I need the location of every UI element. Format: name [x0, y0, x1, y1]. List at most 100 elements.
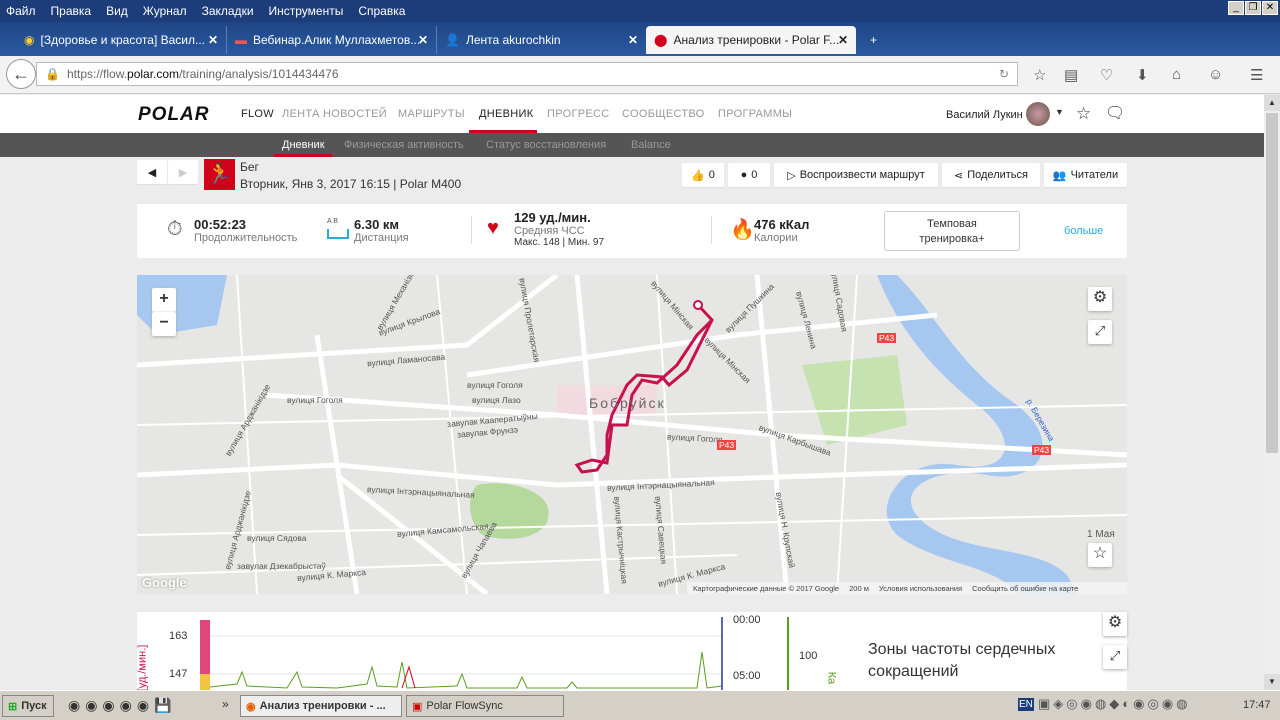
- favorite-star-icon[interactable]: ☆: [1076, 104, 1091, 124]
- tab-feed[interactable]: 👤 Лента akurochkin ✕: [436, 26, 646, 54]
- tab-health[interactable]: ◉ [Здоровье и красота] Васил... ✕: [16, 26, 226, 54]
- nav-diary[interactable]: ДНЕВНИК: [479, 108, 533, 120]
- notifications-icon[interactable]: 🗨: [1105, 103, 1125, 123]
- like-button[interactable]: 👍 0: [682, 163, 724, 187]
- y-tick: 147: [169, 668, 188, 680]
- tab-polar[interactable]: ⬤ Анализ тренировки - Polar F... ✕: [646, 26, 856, 54]
- minimize-button[interactable]: _: [1228, 1, 1244, 15]
- comments-button[interactable]: ● 0: [728, 163, 770, 187]
- more-link[interactable]: больше: [1064, 225, 1103, 237]
- report-link[interactable]: Сообщить об ошибке на карте: [972, 584, 1078, 593]
- route-map[interactable]: Бобруйск вулиця Гоголя вулиця Крылова ву…: [137, 275, 1127, 594]
- url-bar[interactable]: 🔒 https://flow.polar.com/training/analys…: [36, 62, 1018, 86]
- zoom-out-button[interactable]: −: [152, 312, 176, 336]
- menu-help[interactable]: Справка: [358, 4, 405, 18]
- menu-bar: Файл Правка Вид Журнал Закладки Инструме…: [0, 0, 1280, 22]
- readers-button[interactable]: 👥 Читатели: [1044, 163, 1127, 187]
- scroll-thumb[interactable]: [1266, 113, 1278, 453]
- tab-webinar[interactable]: ▬ Вебинар.Алик Муллахметов... ✕: [226, 26, 436, 54]
- scroll-up-icon[interactable]: ▲: [1264, 95, 1280, 111]
- download-icon[interactable]: ⬇: [1136, 66, 1149, 84]
- subnav-recovery[interactable]: Статус восстановления: [486, 139, 606, 151]
- hr-chart-panel: 163 147 [уд./мин.] 00:00 05:00 100 Ка Зо…: [136, 612, 1127, 690]
- share-button[interactable]: ⋖ Поделиться: [942, 163, 1040, 187]
- maximize-button[interactable]: ❐: [1245, 1, 1261, 15]
- map-settings-gear-icon[interactable]: ⚙: [1088, 287, 1112, 311]
- menu-bookmarks[interactable]: Закладки: [202, 4, 254, 18]
- next-training-button[interactable]: ▶: [168, 160, 198, 184]
- quick-launch-icons[interactable]: ◉◉◉◉◉💾: [68, 697, 177, 714]
- close-window-button[interactable]: ✕: [1262, 1, 1278, 15]
- nav-progress[interactable]: ПРОГРЕСС: [547, 108, 609, 120]
- taskbar: ⊞ Пуск ◉◉◉◉◉💾 » ◉ Анализ тренировки - ... …: [0, 690, 1280, 720]
- avatar[interactable]: [1026, 102, 1050, 126]
- y-axis-label: [уд./мин.]: [136, 644, 149, 690]
- polar-logo[interactable]: POLAR: [138, 104, 210, 126]
- hamburger-menu-icon[interactable]: ☰: [1250, 66, 1263, 84]
- nav-news[interactable]: ЛЕНТА НОВОСТЕЙ: [282, 108, 387, 120]
- street-label: 1 Мая: [1087, 529, 1115, 540]
- hr-value: 129 уд./мин.: [514, 210, 591, 225]
- menu-tools[interactable]: Инструменты: [269, 4, 344, 18]
- chart-settings-gear-icon[interactable]: ⚙: [1103, 612, 1127, 636]
- subnav-balance[interactable]: Balance: [631, 139, 671, 151]
- start-button[interactable]: ⊞ Пуск: [2, 695, 54, 717]
- scale-label: 200 м: [849, 583, 869, 593]
- nav-community[interactable]: СООБЩЕСТВО: [622, 108, 705, 120]
- reload-icon[interactable]: ↻: [999, 63, 1009, 85]
- sport-name: Бег: [240, 160, 259, 174]
- reading-list-icon[interactable]: ▤: [1064, 66, 1078, 84]
- menu-edit[interactable]: Правка: [51, 4, 92, 18]
- menu-file[interactable]: Файл: [6, 4, 36, 18]
- fullscreen-icon[interactable]: ⤢: [1088, 320, 1112, 344]
- tab-strip: ◉ [Здоровье и красота] Васил... ✕ ▬ Вебинар…: [0, 22, 1280, 56]
- close-tab-icon[interactable]: ✕: [418, 33, 428, 47]
- road-shield: P43: [877, 333, 897, 343]
- close-tab-icon[interactable]: ✕: [208, 33, 218, 47]
- close-tab-icon[interactable]: ✕: [838, 33, 848, 47]
- subnav-diary[interactable]: Дневник: [282, 139, 325, 151]
- menu-history[interactable]: Журнал: [143, 4, 187, 18]
- speed-line: [209, 651, 723, 689]
- map-favorite-star-icon[interactable]: ☆: [1088, 543, 1112, 567]
- scroll-down-icon[interactable]: ▼: [1264, 674, 1280, 690]
- city-label: Бобруйск: [589, 395, 666, 411]
- more-chevron-icon[interactable]: »: [222, 697, 229, 711]
- flow-label: FLOW: [241, 108, 274, 120]
- taskbar-flowsync[interactable]: ▣ Polar FlowSync: [406, 695, 564, 717]
- lake-shape: [137, 275, 227, 335]
- new-tab-button[interactable]: +: [862, 26, 885, 54]
- share-icon: ⋖: [954, 169, 964, 182]
- chart-fullscreen-icon[interactable]: ⤢: [1103, 645, 1127, 669]
- terms-link[interactable]: Условия использования: [879, 584, 962, 593]
- windows-logo-icon: ⊞: [8, 700, 18, 713]
- flame-icon: 🔥: [730, 219, 755, 241]
- back-button[interactable]: ←: [6, 59, 36, 89]
- prev-training-button[interactable]: ◀: [137, 160, 167, 184]
- user-name[interactable]: Василий Лукин: [946, 109, 1023, 121]
- chevron-down-icon[interactable]: ▼: [1055, 107, 1064, 117]
- thumbs-up-icon: 👍: [691, 169, 705, 182]
- nav-programs[interactable]: ПРОГРАММЫ: [718, 108, 792, 120]
- home-icon[interactable]: ⌂: [1172, 66, 1181, 83]
- close-tab-icon[interactable]: ✕: [628, 33, 638, 47]
- training-benefit-box[interactable]: Темповая тренировка+: [884, 211, 1020, 251]
- polar-icon: ⬤: [654, 33, 668, 47]
- chat-icon[interactable]: ☺: [1208, 66, 1223, 83]
- tray-icons[interactable]: ▣◈◎◉◍◆◐◉◎◉◍: [1038, 696, 1191, 712]
- language-indicator[interactable]: EN: [1018, 698, 1034, 711]
- subnav-activity[interactable]: Физическая активность: [344, 139, 464, 151]
- divider: [711, 216, 712, 244]
- taskbar-firefox[interactable]: ◉ Анализ тренировки - ...: [240, 695, 402, 717]
- vertical-scrollbar[interactable]: ▲ ▼: [1264, 95, 1280, 690]
- zoom-in-button[interactable]: +: [152, 288, 176, 312]
- nav-routes[interactable]: МАРШРУТЫ: [398, 108, 465, 120]
- menu-view[interactable]: Вид: [106, 4, 128, 18]
- replay-route-button[interactable]: ▷ Воспроизвести маршрут: [774, 163, 938, 187]
- sub-nav: Дневник Физическая активность Статус вос…: [0, 133, 1264, 157]
- bookmark-star-icon[interactable]: ☆: [1033, 66, 1046, 84]
- route-start-marker: [693, 300, 703, 310]
- street-label: вулиця Гоголя: [287, 395, 343, 405]
- play-icon: ▷: [787, 169, 796, 182]
- pocket-icon[interactable]: ♡: [1100, 66, 1113, 84]
